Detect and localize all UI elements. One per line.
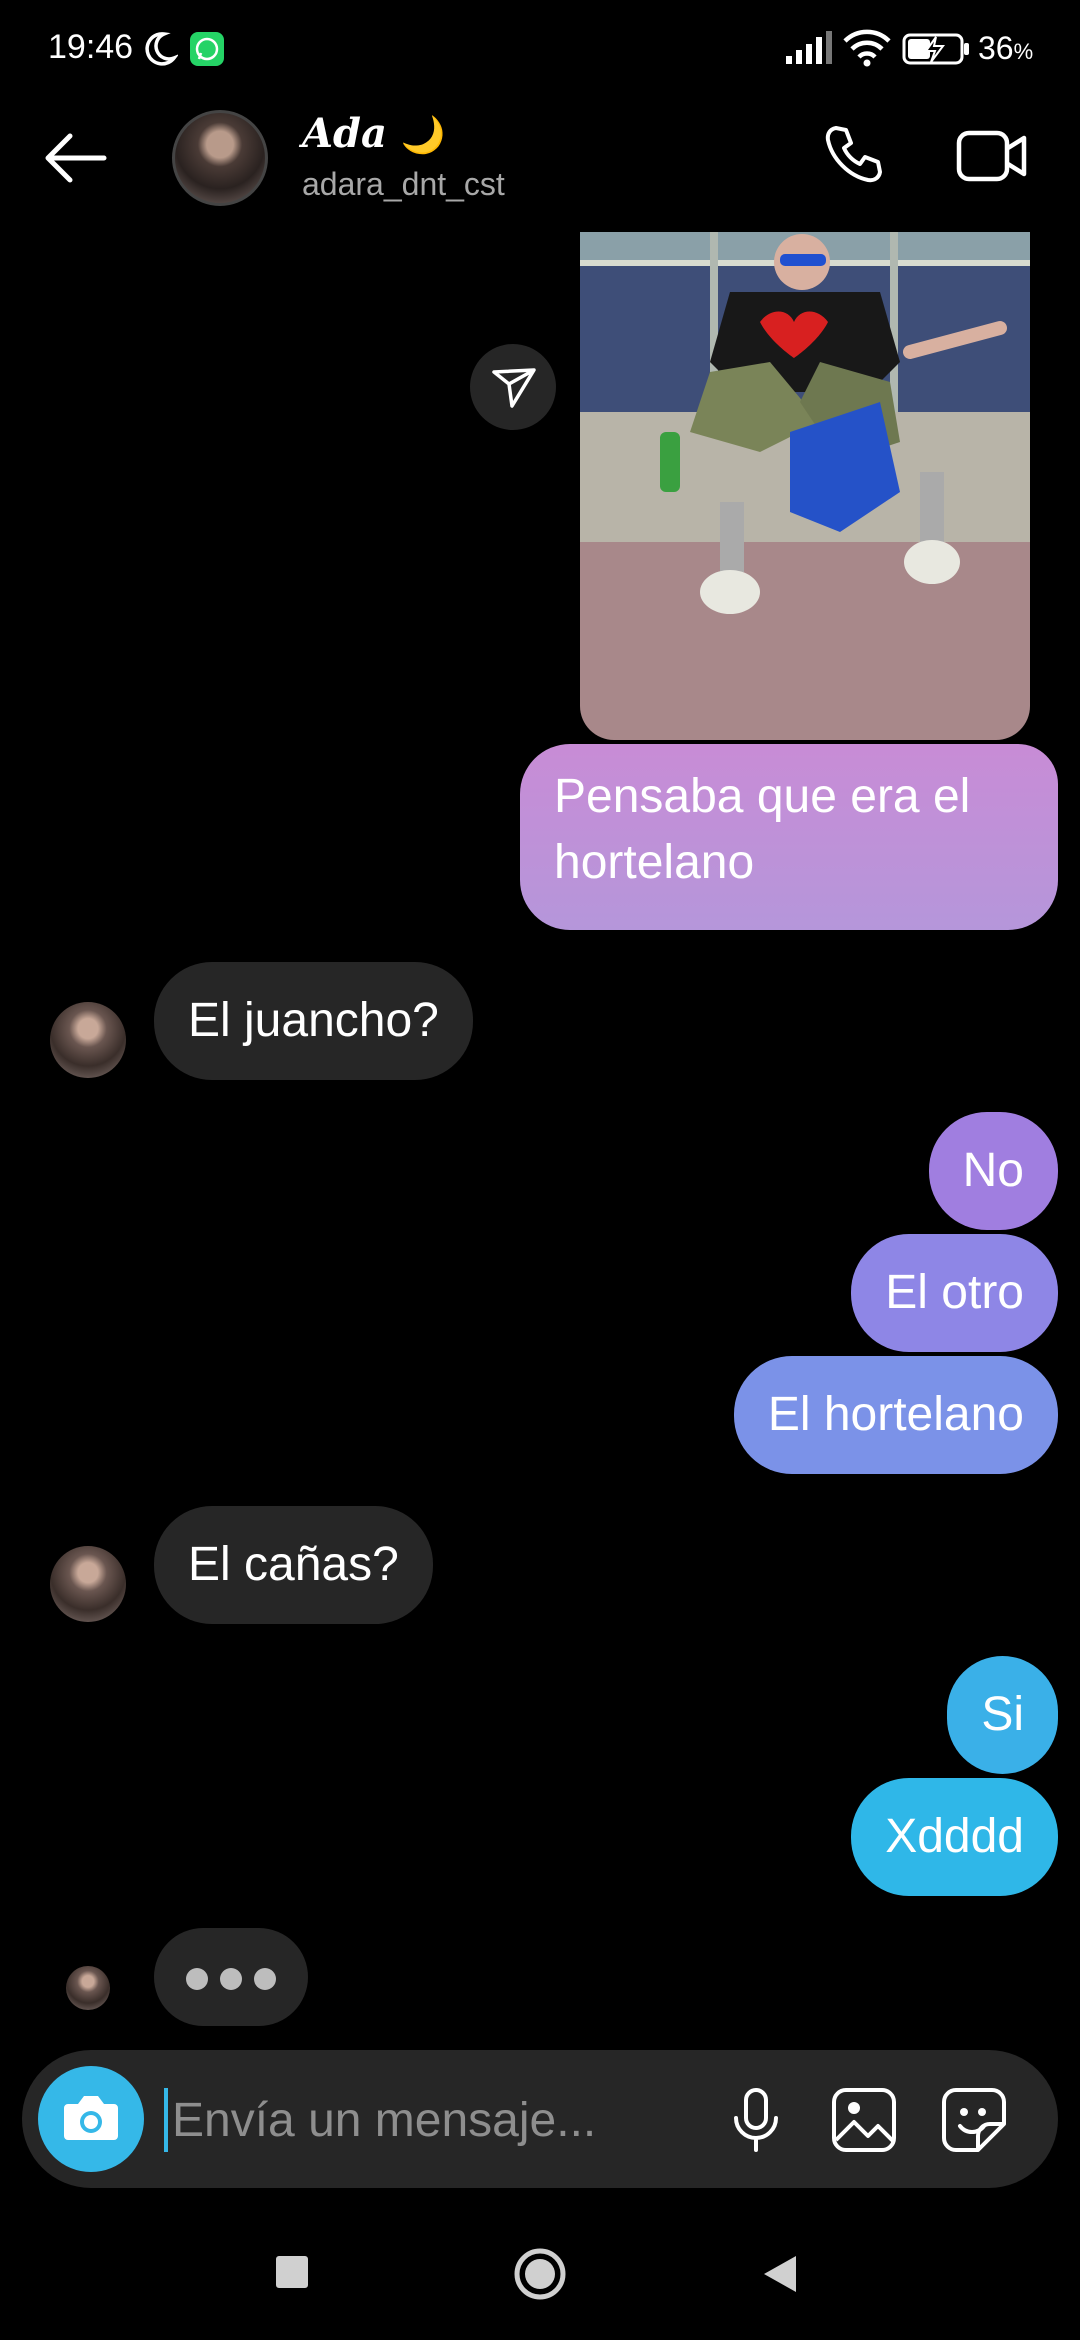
- signal-icon: [786, 31, 832, 64]
- status-time: 19:46: [48, 28, 134, 66]
- typing-dot: [254, 1968, 276, 1990]
- battery-percentage: 36%: [978, 30, 1033, 67]
- shared-photo[interactable]: [580, 232, 1030, 740]
- moon-icon: [145, 32, 178, 66]
- contact-username[interactable]: adara_dnt_cst: [302, 166, 505, 203]
- contact-name-text: Ada: [302, 110, 387, 157]
- message-incoming[interactable]: El cañas?: [154, 1506, 433, 1624]
- message-outgoing[interactable]: El hortelano: [733, 1356, 1058, 1474]
- message-incoming[interactable]: El juancho?: [154, 962, 473, 1080]
- message-outgoing[interactable]: No: [928, 1112, 1058, 1230]
- share-button[interactable]: [470, 344, 556, 430]
- sticker-icon[interactable]: [940, 2086, 1008, 2154]
- contact-name[interactable]: Ada 🌙: [302, 110, 446, 157]
- contact-avatar-small[interactable]: [50, 1546, 126, 1622]
- microphone-icon[interactable]: [726, 2086, 786, 2154]
- message-input[interactable]: [164, 2088, 692, 2152]
- battery-charging-icon: [902, 33, 969, 65]
- typing-dot: [220, 1968, 242, 1990]
- contact-avatar-small: [66, 1966, 110, 2010]
- typing-dot: [186, 1968, 208, 1990]
- typing-indicator: [154, 1928, 308, 2026]
- camera-icon: [64, 2096, 118, 2140]
- battery-value: 36: [978, 30, 1014, 66]
- home-button[interactable]: [512, 2246, 568, 2302]
- phone-icon[interactable]: [822, 124, 884, 186]
- whatsapp-notification-icon: [190, 32, 224, 66]
- recent-apps-button[interactable]: [276, 2256, 308, 2288]
- nav-back-button[interactable]: [760, 2252, 800, 2296]
- arrow-left-icon[interactable]: [42, 130, 108, 186]
- image-icon[interactable]: [830, 2086, 898, 2154]
- battery-unit: %: [1013, 39, 1034, 64]
- message-outgoing[interactable]: El otro: [851, 1234, 1058, 1352]
- wifi-icon: [843, 29, 891, 67]
- message-outgoing[interactable]: Xdddd: [851, 1778, 1058, 1896]
- contact-avatar-small[interactable]: [50, 1002, 126, 1078]
- camera-button[interactable]: [38, 2066, 144, 2172]
- message-outgoing[interactable]: Pensaba que era el hortelano: [520, 744, 1058, 930]
- video-camera-icon[interactable]: [956, 128, 1028, 184]
- contact-avatar[interactable]: [172, 110, 268, 206]
- send-icon: [492, 368, 536, 408]
- message-outgoing[interactable]: Si: [947, 1656, 1058, 1774]
- moon-emoji: 🌙: [400, 114, 446, 156]
